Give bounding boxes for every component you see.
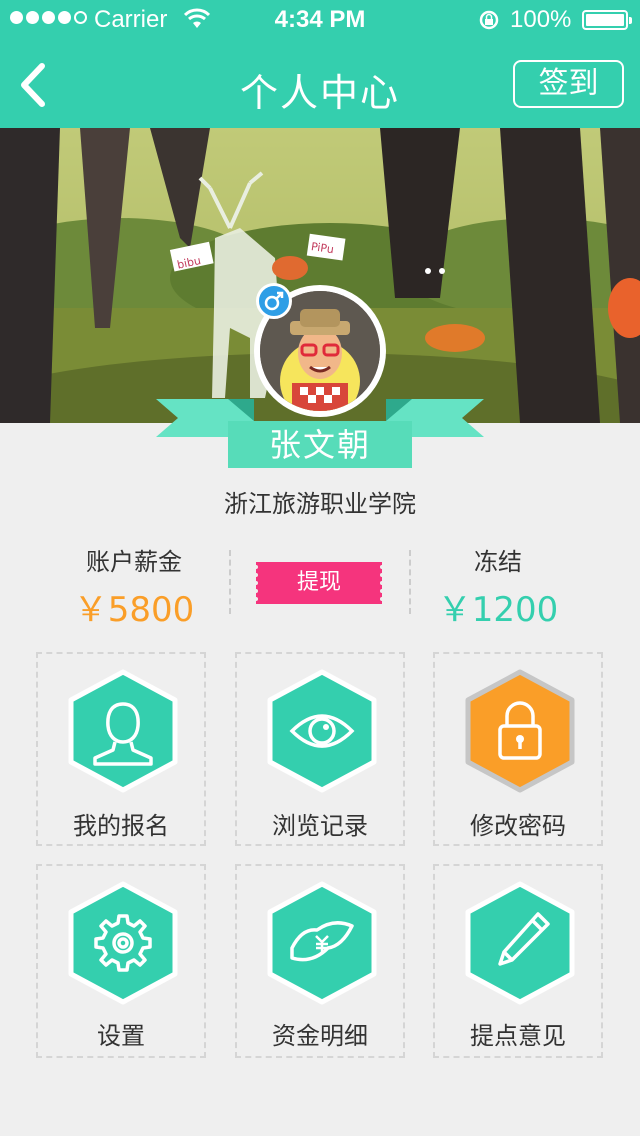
menu-my-registrations[interactable]: 我的报名 bbox=[36, 652, 206, 846]
menu-change-password[interactable]: 修改密码 bbox=[433, 652, 603, 846]
frozen-value: ￥1200 bbox=[437, 590, 559, 630]
pencil-icon bbox=[465, 881, 575, 1005]
lock-icon bbox=[465, 669, 575, 793]
status-bar: Carrier 4:34 PM 100% bbox=[0, 0, 640, 40]
menu-fund-details[interactable]: 资金明细 bbox=[235, 864, 405, 1058]
divider bbox=[229, 550, 231, 614]
menu-browse-history[interactable]: 浏览记录 bbox=[235, 652, 405, 846]
menu-label: 提点意见 bbox=[470, 1022, 566, 1050]
rotation-lock-icon bbox=[479, 10, 499, 30]
eye-icon bbox=[267, 669, 377, 793]
nav-bar: 个人中心 签到 bbox=[0, 40, 640, 128]
male-gender-icon bbox=[256, 283, 292, 319]
money-icon bbox=[267, 881, 377, 1005]
menu-label: 设置 bbox=[97, 1022, 145, 1050]
user-name: 张文朝 bbox=[268, 426, 371, 464]
signin-button[interactable]: 签到 bbox=[513, 60, 624, 108]
menu-label: 资金明细 bbox=[272, 1022, 368, 1050]
account-salary-label: 账户薪金 bbox=[86, 548, 182, 576]
menu-feedback[interactable]: 提点意见 bbox=[433, 864, 603, 1058]
menu-settings[interactable]: 设置 bbox=[36, 864, 206, 1058]
account-salary-value: ￥5800 bbox=[73, 590, 195, 630]
frozen-label: 冻结 bbox=[474, 548, 522, 576]
battery-percentage: 100% bbox=[510, 6, 572, 33]
user-icon bbox=[68, 669, 178, 793]
gear-icon bbox=[68, 881, 178, 1005]
withdraw-button[interactable]: 提现 bbox=[256, 562, 382, 604]
menu-label: 浏览记录 bbox=[272, 812, 368, 840]
user-school: 浙江旅游职业学院 bbox=[224, 490, 416, 518]
battery-icon bbox=[582, 10, 632, 30]
menu-label: 我的报名 bbox=[73, 812, 169, 840]
menu-label: 修改密码 bbox=[470, 812, 566, 840]
